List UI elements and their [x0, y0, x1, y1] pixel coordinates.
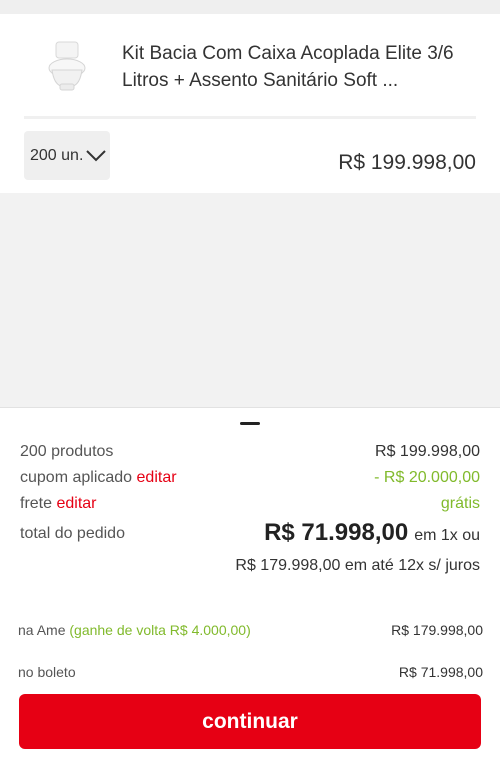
shipping-value: grátis	[440, 495, 480, 512]
boleto-label: no boleto	[18, 664, 76, 680]
product-title[interactable]: Kit Bacia Com Caixa Acoplada Elite 3/6 L…	[122, 40, 472, 94]
products-row: 200 produtos R$ 199.998,00	[20, 443, 480, 461]
products-value: R$ 199.998,00	[375, 443, 480, 460]
shipping-row: frete editar grátis	[20, 495, 480, 513]
sheet-handle[interactable]	[240, 422, 260, 425]
products-label: 200 produtos	[20, 443, 114, 460]
continue-button[interactable]: continuar	[19, 694, 481, 749]
content-area	[0, 193, 500, 407]
divider	[24, 116, 476, 119]
shipping-edit-link[interactable]: editar	[56, 495, 96, 512]
toilet-image	[42, 40, 92, 92]
total-suffix: em 1x ou	[414, 527, 480, 544]
payment-boleto-row: no boleto R$ 71.998,00	[18, 664, 483, 680]
coupon-label: cupom aplicado	[20, 469, 133, 486]
cart-item-card: Kit Bacia Com Caixa Acoplada Elite 3/6 L…	[0, 14, 500, 193]
total-label: total do pedido	[20, 525, 125, 542]
coupon-row: cupom aplicado editar - R$ 20.000,00	[20, 469, 480, 487]
ame-value: R$ 179.998,00	[391, 622, 483, 638]
item-price: R$ 199.998,00	[338, 151, 476, 174]
order-summary-sheet: 200 produtos R$ 199.998,00 cupom aplicad…	[0, 407, 500, 766]
top-strip	[0, 0, 500, 14]
coupon-value: - R$ 20.000,00	[374, 469, 480, 486]
boleto-value: R$ 71.998,00	[398, 664, 483, 680]
total-block: R$ 71.998,00 em 1x ou	[264, 519, 480, 547]
payment-ame-row: na Ame (ganhe de volta R$ 4.000,00) R$ 1…	[18, 622, 483, 638]
ame-cashback: (ganhe de volta R$ 4.000,00)	[69, 622, 251, 638]
quantity-select[interactable]: 200 un.	[24, 131, 110, 180]
quantity-value: 200 un.	[30, 146, 84, 164]
total-value: R$ 71.998,00	[264, 519, 409, 546]
ame-label: na Ame	[18, 622, 66, 638]
chevron-down-icon	[86, 149, 107, 161]
shipping-label: frete	[20, 495, 53, 512]
installments-text: R$ 179.998,00 em até 12x s/ juros	[235, 557, 480, 574]
coupon-edit-link[interactable]: editar	[137, 469, 177, 486]
